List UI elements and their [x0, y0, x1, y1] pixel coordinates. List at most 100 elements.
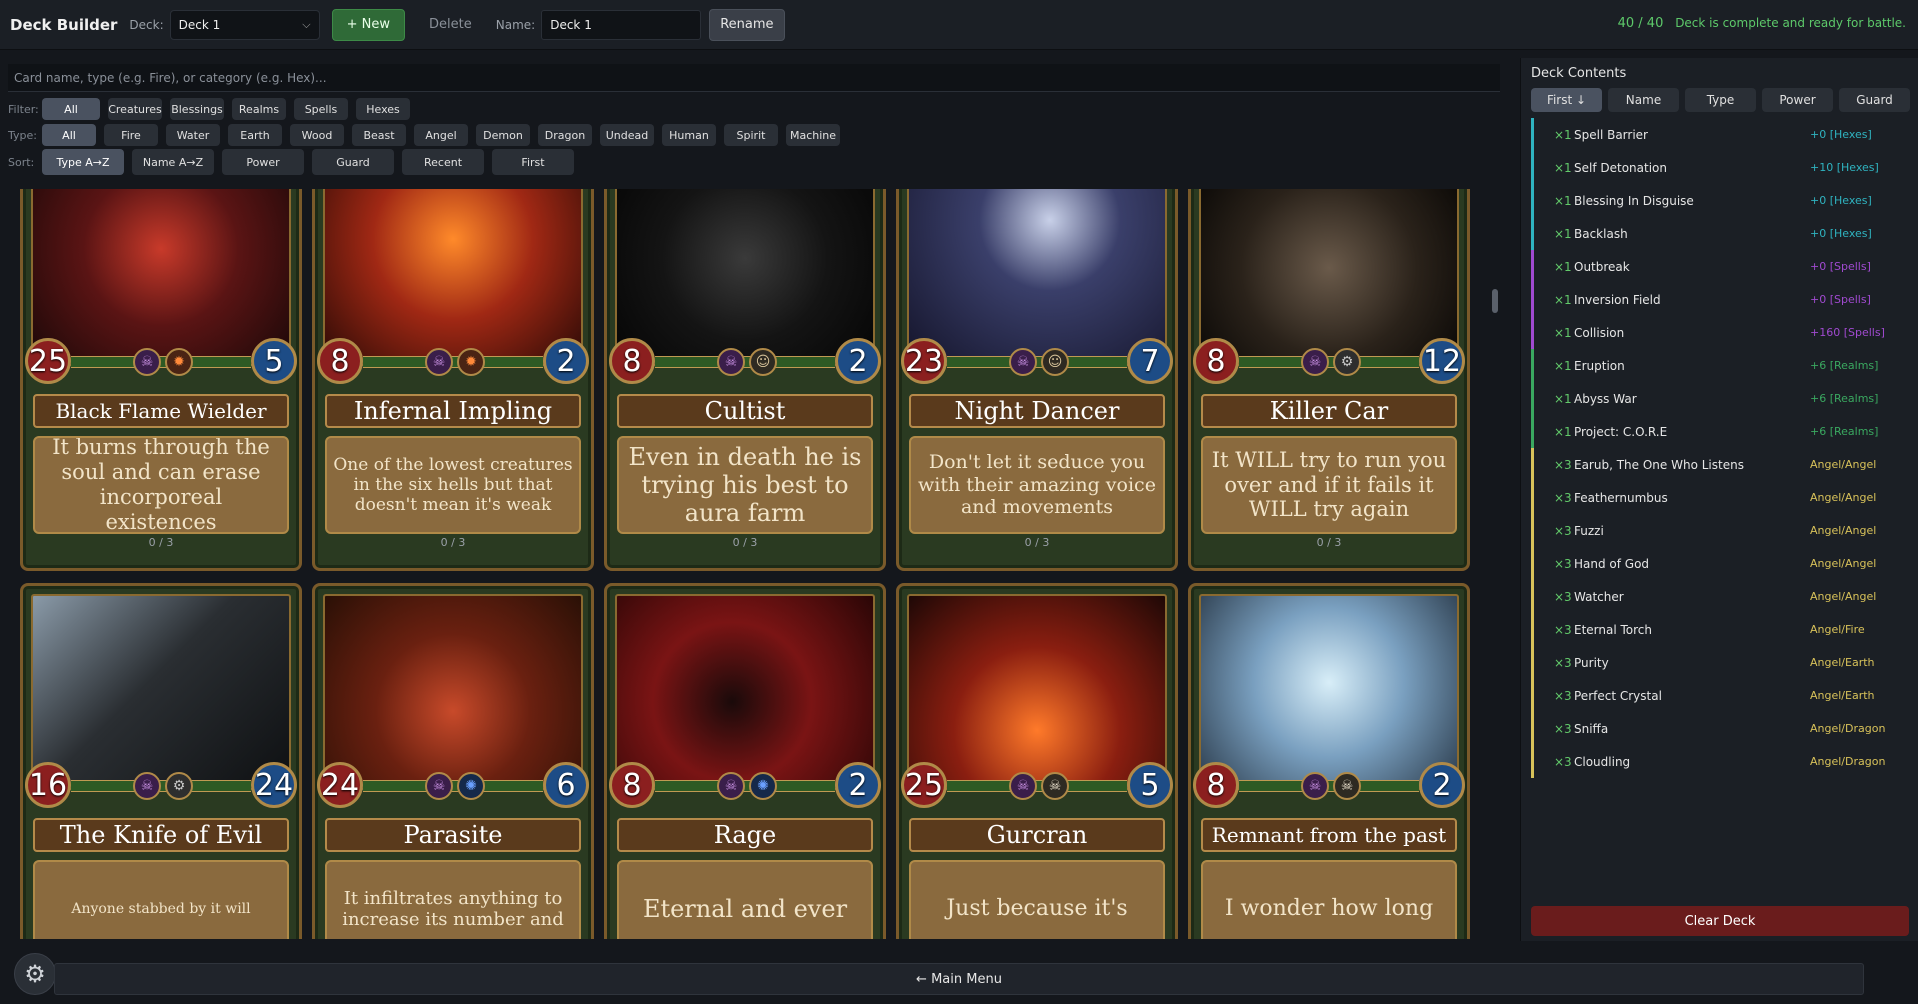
- type-chip[interactable]: Beast: [352, 124, 406, 146]
- deck-list-item[interactable]: ×3 Perfect Crystal Angel/Earth: [1531, 679, 1911, 712]
- type-chip[interactable]: Human: [662, 124, 716, 146]
- card-power: 8: [1193, 762, 1239, 808]
- type-chip[interactable]: Earth: [228, 124, 282, 146]
- deck-list-item[interactable]: ×1 Project: C.O.R.E +6 [Realms]: [1531, 415, 1911, 448]
- deck-item-name: Inversion Field: [1574, 292, 1661, 307]
- card[interactable]: 25 5 ☠ ✹ Black Flame Wielder It burns through…: [20, 189, 302, 571]
- card[interactable]: 24 6 ☠ ✺ Parasite It infiltrates anything to …: [312, 583, 594, 939]
- human-icon: ☺: [749, 348, 777, 376]
- filter-chip[interactable]: Realms: [232, 98, 286, 120]
- deck-list-item[interactable]: ×1 Collision +160 [Spells]: [1531, 316, 1911, 349]
- deck-list-item[interactable]: ×3 Earub, The One Who Listens Angel/Angel: [1531, 448, 1911, 481]
- type-chip[interactable]: Water: [166, 124, 220, 146]
- demon-icon: ☠: [1009, 772, 1037, 800]
- gear-icon[interactable]: ⚙: [14, 953, 56, 995]
- sort-chip[interactable]: Power: [222, 149, 304, 175]
- deck-list-item[interactable]: ×1 Self Detonation +10 [Hexes]: [1531, 151, 1911, 184]
- deck-list-item[interactable]: ×1 Inversion Field +0 [Spells]: [1531, 283, 1911, 316]
- deck-list-item[interactable]: ×3 Hand of God Angel/Angel: [1531, 547, 1911, 580]
- deck-list-item[interactable]: ×1 Abyss War +6 [Realms]: [1531, 382, 1911, 415]
- delete-deck-button[interactable]: Delete: [417, 9, 484, 41]
- deck-name-input[interactable]: Deck 1: [541, 9, 702, 40]
- chevron-down-icon: ⌵: [302, 17, 311, 31]
- card-text: Anyone stabbed by it will: [33, 860, 289, 939]
- deck-sort-tab[interactable]: Power: [1762, 88, 1833, 112]
- deck-list-item[interactable]: ×1 Outbreak +0 [Spells]: [1531, 250, 1911, 283]
- type-chip[interactable]: Machine: [786, 124, 840, 146]
- deck-list-item[interactable]: ×3 Fuzzi Angel/Angel: [1531, 514, 1911, 547]
- deck-select[interactable]: Deck 1 ⌵: [169, 9, 320, 40]
- card-owned-count: 0 / 3: [440, 536, 466, 549]
- main-menu-button[interactable]: ← Main Menu: [54, 963, 1864, 995]
- filter-chip[interactable]: Creatures: [108, 98, 162, 120]
- deck-item-qty: ×3: [1554, 688, 1572, 703]
- deck-list-item[interactable]: ×1 Spell Barrier +0 [Hexes]: [1531, 118, 1911, 151]
- filter-chip[interactable]: All: [42, 98, 100, 120]
- deck-list-item[interactable]: ×3 Purity Angel/Earth: [1531, 646, 1911, 679]
- card-art: [1199, 189, 1459, 366]
- filter-chip[interactable]: Spells: [294, 98, 348, 120]
- type-chip[interactable]: Spirit: [724, 124, 778, 146]
- filter-chip[interactable]: Hexes: [356, 98, 410, 120]
- new-deck-button[interactable]: + New: [331, 8, 406, 41]
- card-text: Just because it's: [909, 860, 1165, 939]
- type-chip[interactable]: Undead: [600, 124, 654, 146]
- deck-item-qty: ×3: [1554, 457, 1572, 472]
- deck-list-item[interactable]: ×1 Backlash +0 [Hexes]: [1531, 217, 1911, 250]
- card-text: One of the lowest creatures in the six h…: [325, 436, 581, 534]
- deck-item-name: Eruption: [1574, 358, 1625, 373]
- deck-item-meta: +0 [Hexes]: [1810, 194, 1872, 207]
- deck-list-item[interactable]: ×3 Feathernumbus Angel/Angel: [1531, 481, 1911, 514]
- deck-status: 40 / 40 Deck is complete and ready for b…: [1618, 16, 1906, 31]
- sort-chip[interactable]: Guard: [312, 149, 394, 175]
- deck-item-qty: ×1: [1554, 259, 1572, 274]
- card[interactable]: 8 12 ☠ ⚙ Killer Car It WILL try to run you ov…: [1188, 189, 1470, 571]
- card[interactable]: 25 5 ☠ ☠ Gurcran Just because it's: [896, 583, 1178, 939]
- card-art: [907, 594, 1167, 790]
- deck-list-item[interactable]: ×3 Sniffa Angel/Dragon: [1531, 712, 1911, 745]
- deck-sort-tab[interactable]: Name: [1608, 88, 1679, 112]
- type-chip[interactable]: Angel: [414, 124, 468, 146]
- card[interactable]: 8 2 ☠ ☠ Remnant from the past I wonder how lo…: [1188, 583, 1470, 939]
- card[interactable]: 8 2 ☠ ☺ Cultist Even in death he is trying hi…: [604, 189, 886, 571]
- sort-chip[interactable]: First: [492, 149, 574, 175]
- sort-chip[interactable]: Recent: [402, 149, 484, 175]
- card-power: 8: [317, 338, 363, 384]
- clear-deck-button[interactable]: Clear Deck: [1531, 906, 1909, 936]
- deck-list-item[interactable]: ×1 Blessing In Disguise +0 [Hexes]: [1531, 184, 1911, 217]
- deck-list-item[interactable]: ×3 Watcher Angel/Angel: [1531, 580, 1911, 613]
- card-text: Don't let it seduce you with their amazi…: [909, 436, 1165, 534]
- card-type-icons: ☠ ☺: [1009, 348, 1069, 376]
- deck-list: ×1 Spell Barrier +0 [Hexes] ×1 Self Detonati…: [1531, 118, 1911, 778]
- card-guard: 6: [543, 762, 589, 808]
- card[interactable]: 16 24 ☠ ⚙ The Knife of Evil Anyone stabbed by…: [20, 583, 302, 939]
- deck-list-item[interactable]: ×3 Eternal Torch Angel/Fire: [1531, 613, 1911, 646]
- rename-button[interactable]: Rename: [709, 8, 785, 41]
- card-grid-scrollbar[interactable]: [1490, 189, 1500, 939]
- sort-row: Sort: Type A→Z Name A→Z Power Guard Recent Fi…: [8, 149, 574, 175]
- card[interactable]: 8 2 ☠ ✺ Rage Eternal and ever: [604, 583, 886, 939]
- type-chip[interactable]: Wood: [290, 124, 344, 146]
- search-input[interactable]: Card name, type (e.g. Fire), or category…: [8, 64, 1500, 92]
- deck-list-item[interactable]: ×1 Eruption +6 [Realms]: [1531, 349, 1911, 382]
- type-chip[interactable]: Dragon: [538, 124, 592, 146]
- type-chip[interactable]: Demon: [476, 124, 530, 146]
- deck-sort-tab[interactable]: First ↓: [1531, 88, 1602, 112]
- deck-sort-tab[interactable]: Guard: [1839, 88, 1910, 112]
- filter-chip[interactable]: Blessings: [170, 98, 224, 120]
- card-guard: 24: [251, 762, 297, 808]
- deck-sort-tab[interactable]: Type: [1685, 88, 1756, 112]
- type-chip[interactable]: Fire: [104, 124, 158, 146]
- deck-list-item[interactable]: ×3 Cloudling Angel/Dragon: [1531, 745, 1911, 778]
- card-art: [31, 189, 291, 366]
- card[interactable]: 8 2 ☠ ✹ Infernal Impling One of the lowest cr…: [312, 189, 594, 571]
- sort-chip[interactable]: Name A→Z: [132, 149, 214, 175]
- scroll-thumb[interactable]: [1492, 289, 1498, 313]
- undead-icon: ☠: [1041, 772, 1069, 800]
- type-chip[interactable]: All: [42, 124, 96, 146]
- deck-item-meta: +0 [Spells]: [1810, 293, 1871, 306]
- card[interactable]: 23 7 ☠ ☺ Night Dancer Don't let it seduce you…: [896, 189, 1178, 571]
- sort-chip[interactable]: Type A→Z: [42, 149, 124, 175]
- deck-item-qty: ×3: [1554, 490, 1572, 505]
- deck-item-qty: ×1: [1554, 127, 1572, 142]
